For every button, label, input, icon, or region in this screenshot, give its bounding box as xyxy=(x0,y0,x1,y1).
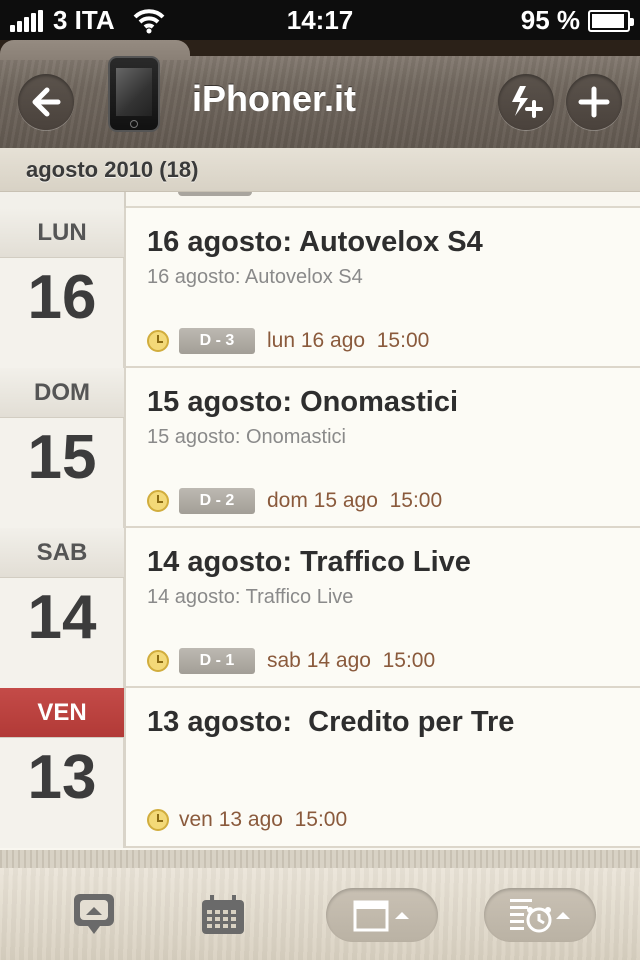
section-title: agosto 2010 (18) xyxy=(26,157,199,182)
battery-percent: 95 % xyxy=(520,5,580,35)
header-title: iPhoner.it xyxy=(192,78,357,119)
list-bottom-edge xyxy=(0,850,640,868)
clock-icon xyxy=(147,490,169,512)
event-subtitle: 15 agosto: Onomastici xyxy=(147,426,346,448)
event-datetime: dom 15 ago 15:00 xyxy=(267,489,443,512)
add-button[interactable] xyxy=(566,74,622,130)
day-number: 13 xyxy=(27,743,97,812)
nav-header: iPhoner.it xyxy=(0,40,640,148)
chevron-up-icon xyxy=(556,912,570,919)
iphone-icon xyxy=(108,56,160,132)
event-datetime: ven 13 ago 15:00 xyxy=(179,808,348,831)
date-tile: VEN 13 xyxy=(0,688,126,848)
section-header: agosto 2010 (18) xyxy=(0,148,640,192)
back-arrow-icon xyxy=(32,87,61,117)
weekday-label: DOM xyxy=(0,368,124,418)
weekday-label-today: VEN xyxy=(0,688,124,738)
event-title: 16 agosto: Autovelox S4 xyxy=(147,226,483,258)
list-item[interactable]: LUN 16 16 agosto: Autovelox S4 16 agosto… xyxy=(0,208,640,368)
clock-icon xyxy=(147,330,169,352)
weekday-label: SAB xyxy=(0,528,124,578)
chevron-up-icon xyxy=(395,912,409,919)
countdown-badge: D - 1 xyxy=(179,648,255,674)
event-meta: D - 1 sab 14 ago 15:00 xyxy=(147,648,435,674)
bottom-toolbar xyxy=(0,868,640,960)
status-bar: 3 ITA 14:17 95 % xyxy=(0,0,640,40)
status-right: 95 % xyxy=(520,5,634,36)
event-title: 14 agosto: Traffico Live xyxy=(147,546,471,578)
date-tile: LUN 16 xyxy=(0,208,126,368)
day-number: 15 xyxy=(27,423,97,492)
weekday-label: LUN xyxy=(0,208,124,258)
plus-icon xyxy=(578,86,610,118)
message-button[interactable] xyxy=(70,890,118,938)
list-item-partial xyxy=(0,192,640,208)
calendar-icon xyxy=(353,900,389,932)
event-title: 15 agosto: Onomastici xyxy=(147,386,459,418)
clock-icon xyxy=(147,809,169,831)
date-tile: SAB 14 xyxy=(0,528,126,688)
list-item[interactable]: VEN 13 13 agosto: Credito per Tre ven 13… xyxy=(0,688,640,848)
calendar-grid-icon xyxy=(202,895,244,934)
flash-add-button[interactable] xyxy=(498,74,554,130)
clock-icon xyxy=(147,650,169,672)
day-number: 16 xyxy=(27,263,97,332)
battery-fill xyxy=(592,13,625,28)
header-tab-shape xyxy=(0,40,190,60)
event-title: 13 agosto: Credito per Tre xyxy=(147,706,515,738)
list-alarm-icon xyxy=(510,899,552,933)
countdown-badge: D - 2 xyxy=(179,488,255,514)
list-item[interactable]: DOM 15 15 agosto: Onomastici 15 agosto: … xyxy=(0,368,640,528)
back-button[interactable] xyxy=(18,74,74,130)
flash-add-icon xyxy=(512,86,543,118)
message-icon xyxy=(74,894,114,934)
date-tile: DOM 15 xyxy=(0,368,126,528)
event-datetime: lun 16 ago 15:00 xyxy=(267,329,430,352)
countdown-badge: D - 3 xyxy=(179,328,255,354)
event-meta: D - 3 lun 16 ago 15:00 xyxy=(147,328,429,354)
calendar-view-button[interactable] xyxy=(326,888,438,942)
day-number: 14 xyxy=(27,583,97,652)
battery-icon xyxy=(588,9,634,32)
list-item[interactable]: SAB 14 14 agosto: Traffico Live 14 agost… xyxy=(0,528,640,688)
calendar-grid-button[interactable] xyxy=(200,894,246,936)
event-subtitle: 14 agosto: Traffico Live xyxy=(147,586,354,608)
event-datetime: sab 14 ago 15:00 xyxy=(267,649,436,672)
event-subtitle: 16 agosto: Autovelox S4 xyxy=(147,266,363,288)
event-meta: D - 2 dom 15 ago 15:00 xyxy=(147,488,442,514)
event-meta: ven 13 ago 15:00 xyxy=(147,808,347,832)
event-list[interactable]: LUN 16 16 agosto: Autovelox S4 16 agosto… xyxy=(0,192,640,850)
list-alarm-button[interactable] xyxy=(484,888,596,942)
countdown-badge xyxy=(178,192,252,196)
